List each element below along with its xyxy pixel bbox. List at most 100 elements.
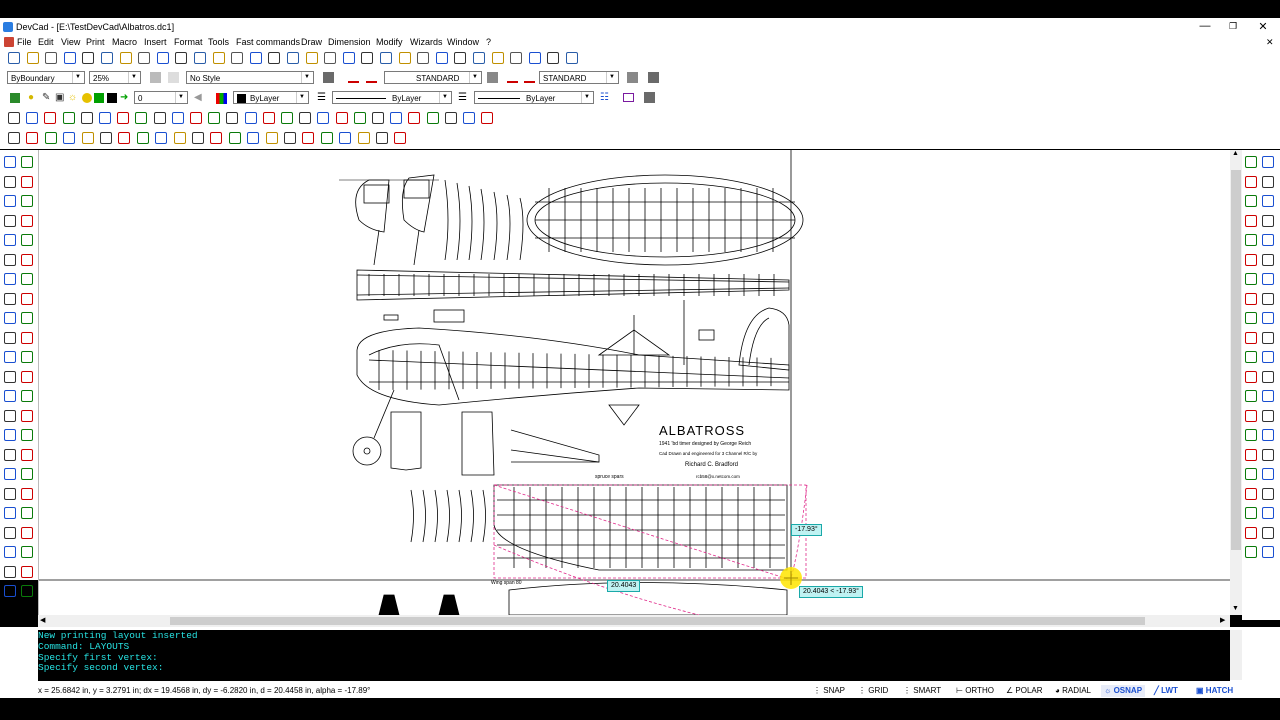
dim-angular-icon[interactable] bbox=[317, 112, 330, 124]
lineweight-select[interactable]: ByLayer ▼ bbox=[474, 91, 594, 104]
point-icon[interactable] bbox=[208, 112, 221, 124]
undo-icon[interactable] bbox=[156, 52, 169, 64]
circle-2p-icon[interactable] bbox=[21, 253, 33, 266]
block-icon[interactable] bbox=[171, 112, 184, 124]
hatch-pattern-icon[interactable] bbox=[150, 72, 161, 83]
freeze-icon[interactable] bbox=[82, 93, 92, 103]
right-slot-38-icon[interactable] bbox=[1245, 526, 1257, 539]
minimize-icon[interactable]: — bbox=[1196, 20, 1214, 32]
pattern-edit-icon[interactable] bbox=[168, 72, 179, 83]
menu-format[interactable]: Format bbox=[174, 37, 203, 47]
ellipse-arc-icon[interactable] bbox=[21, 351, 33, 363]
text-icon[interactable] bbox=[226, 112, 239, 124]
color-teal-tool-icon[interactable] bbox=[1262, 390, 1274, 402]
array-tool-icon[interactable] bbox=[1262, 273, 1274, 285]
array-icon[interactable] bbox=[118, 132, 131, 144]
tool-slot-31-icon[interactable] bbox=[21, 448, 33, 461]
align-tool-icon[interactable] bbox=[1245, 370, 1257, 383]
menu-insert[interactable]: Insert bbox=[144, 37, 167, 47]
polygon-icon[interactable] bbox=[44, 112, 57, 124]
right-slot-32-icon[interactable] bbox=[1245, 468, 1257, 480]
paste-icon[interactable] bbox=[138, 52, 151, 64]
dim-diameter-icon[interactable] bbox=[353, 112, 366, 124]
ray-icon[interactable] bbox=[21, 175, 33, 188]
scroll-down-icon[interactable]: ▼ bbox=[1232, 605, 1239, 612]
mirror-icon[interactable] bbox=[81, 132, 94, 144]
layout-icon[interactable] bbox=[528, 52, 541, 64]
lengthen-tool-icon[interactable] bbox=[1262, 351, 1274, 363]
text-wizard-icon[interactable] bbox=[487, 72, 498, 83]
command-scrollbar[interactable] bbox=[1230, 630, 1242, 680]
color-green-icon[interactable] bbox=[463, 112, 475, 124]
stretch-icon[interactable] bbox=[265, 132, 278, 144]
open-file-icon[interactable] bbox=[26, 52, 39, 64]
measure-icon[interactable] bbox=[320, 132, 333, 144]
lock-icon[interactable]: ▣ bbox=[55, 92, 64, 103]
chamfer-icon[interactable] bbox=[192, 132, 204, 144]
mtext-tool-icon[interactable] bbox=[21, 526, 33, 539]
horizontal-scroll-thumb[interactable] bbox=[170, 617, 1145, 625]
dim-radius-icon[interactable] bbox=[335, 112, 348, 124]
mirror-tool-icon[interactable] bbox=[1262, 253, 1274, 266]
break-icon[interactable] bbox=[210, 132, 223, 144]
fillet-tool-icon[interactable] bbox=[1262, 331, 1274, 344]
tool-slot-16-icon[interactable] bbox=[4, 312, 16, 324]
stretch-tool-icon[interactable] bbox=[1262, 234, 1274, 246]
layer-tool-icon[interactable] bbox=[1262, 156, 1274, 168]
wizard-icon[interactable] bbox=[648, 72, 659, 83]
fill-tool-icon[interactable] bbox=[21, 390, 33, 402]
sketch-icon[interactable] bbox=[21, 312, 33, 324]
lineweight-icon[interactable]: ☰ bbox=[458, 92, 467, 103]
zoom-select[interactable]: 25% ▼ bbox=[89, 71, 141, 84]
ortho-toggle[interactable]: ⊢ ORTHO bbox=[953, 685, 997, 697]
eraser-icon[interactable] bbox=[1245, 195, 1257, 207]
layer-color-black-icon[interactable] bbox=[107, 93, 117, 103]
arc-tool-icon[interactable] bbox=[4, 253, 16, 266]
layer-color-icon[interactable] bbox=[94, 93, 104, 103]
pan-icon[interactable] bbox=[324, 52, 337, 64]
move-icon[interactable] bbox=[8, 132, 20, 144]
layer-manager-icon[interactable] bbox=[10, 93, 20, 103]
attedit-icon[interactable] bbox=[21, 487, 33, 500]
menu-edit[interactable]: Edit bbox=[38, 37, 54, 47]
smart-toggle[interactable]: ⋮ SMART bbox=[900, 685, 944, 697]
lengthen-icon[interactable] bbox=[284, 132, 296, 144]
pen-tool-icon[interactable] bbox=[1245, 156, 1257, 168]
align-icon[interactable] bbox=[302, 132, 315, 144]
zoom-magnify-icon[interactable] bbox=[342, 52, 355, 64]
spline-tool-icon[interactable] bbox=[21, 195, 33, 207]
explode-tool-icon[interactable] bbox=[1245, 351, 1257, 363]
tool-slot-29-icon[interactable] bbox=[21, 429, 33, 441]
join-tool-icon[interactable] bbox=[1262, 312, 1274, 324]
divide-tool-icon[interactable] bbox=[1262, 370, 1274, 383]
menu-fast-commands[interactable]: Fast commands bbox=[236, 37, 300, 47]
color-red-tool-icon[interactable] bbox=[1245, 390, 1257, 402]
spline-icon[interactable] bbox=[135, 112, 148, 124]
fillet-edit-icon[interactable] bbox=[1262, 429, 1274, 441]
trim-icon[interactable] bbox=[136, 132, 149, 144]
arc-edit-icon[interactable] bbox=[1245, 429, 1257, 441]
right-slot-35-icon[interactable] bbox=[1262, 487, 1274, 500]
linetype-icon[interactable]: ☰ bbox=[317, 92, 326, 103]
scroll-right-icon[interactable]: ▶ bbox=[1220, 616, 1225, 624]
tool-slot-45-icon[interactable] bbox=[21, 585, 33, 597]
mtext-icon[interactable] bbox=[244, 112, 257, 124]
command-window[interactable]: New printing layout inserted Command: LA… bbox=[38, 630, 1230, 681]
style-select[interactable]: No Style ▼ bbox=[186, 71, 314, 84]
menu-draw[interactable]: Draw bbox=[301, 37, 322, 47]
erase-tool-icon[interactable] bbox=[1262, 175, 1274, 188]
color-red-icon[interactable] bbox=[426, 112, 439, 124]
erase-icon[interactable] bbox=[357, 132, 370, 144]
join-icon[interactable] bbox=[228, 132, 241, 144]
modify-wizard-icon[interactable] bbox=[394, 132, 407, 144]
color-teal-icon[interactable] bbox=[444, 112, 457, 124]
menu-wizards[interactable]: Wizards bbox=[410, 37, 443, 47]
tool-slot-18-icon[interactable] bbox=[4, 331, 16, 344]
layer-select[interactable]: 0 ▼ bbox=[134, 91, 188, 104]
right-slot-33-icon[interactable] bbox=[1262, 468, 1274, 480]
rectangle-icon[interactable] bbox=[623, 93, 634, 102]
polyline-icon[interactable] bbox=[26, 112, 39, 124]
donut-icon[interactable] bbox=[4, 292, 16, 305]
tool-slot-19-icon[interactable] bbox=[21, 331, 33, 344]
horizontal-scrollbar[interactable]: ◀ ▶ bbox=[38, 615, 1230, 627]
